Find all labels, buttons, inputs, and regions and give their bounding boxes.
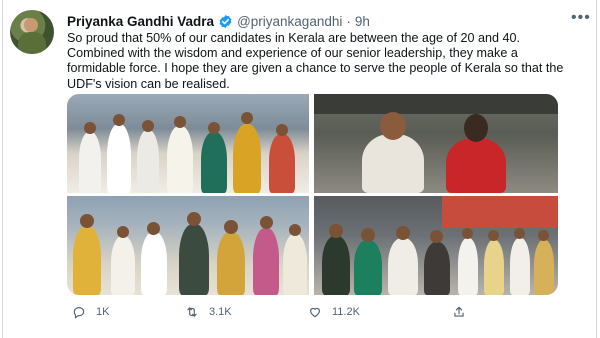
retweet-button[interactable]: 3.1K xyxy=(185,303,232,321)
media-photo-2[interactable] xyxy=(314,94,558,193)
card-right-border xyxy=(596,0,597,338)
like-count: 11.2K xyxy=(332,306,360,318)
retweet-icon xyxy=(187,307,197,317)
tweet-actions: 1K 3.1K 11.2K xyxy=(67,303,547,321)
reply-count: 1K xyxy=(96,306,110,318)
like-icon xyxy=(310,307,320,318)
verified-badge-icon xyxy=(219,14,232,28)
tweet-text: So proud that 50% of our candidates in K… xyxy=(67,31,564,91)
tweet-card: Priyanka Gandhi Vadra @priyankagandhi · … xyxy=(0,0,600,338)
media-photo-3[interactable] xyxy=(67,196,309,295)
author-name[interactable]: Priyanka Gandhi Vadra xyxy=(67,14,214,29)
media-photo-1[interactable] xyxy=(67,94,309,193)
card-left-border xyxy=(2,0,3,338)
share-button[interactable] xyxy=(452,303,466,321)
retweet-count: 3.1K xyxy=(209,306,232,318)
more-options-icon[interactable]: ••• xyxy=(571,10,590,28)
share-icon xyxy=(454,306,464,317)
like-button[interactable]: 11.2K xyxy=(308,303,360,321)
avatar[interactable] xyxy=(10,10,54,54)
reply-icon xyxy=(73,307,85,319)
tweet-header: Priyanka Gandhi Vadra @priyankagandhi · … xyxy=(67,12,370,30)
header-separator: · xyxy=(346,13,351,29)
author-handle[interactable]: @priyankagandhi xyxy=(237,14,342,29)
reply-button[interactable]: 1K xyxy=(72,303,109,321)
media-photo-4[interactable] xyxy=(314,196,558,295)
media-grid xyxy=(67,94,558,295)
media-divider-horizontal xyxy=(67,193,558,196)
tweet-timestamp[interactable]: 9h xyxy=(355,14,370,29)
